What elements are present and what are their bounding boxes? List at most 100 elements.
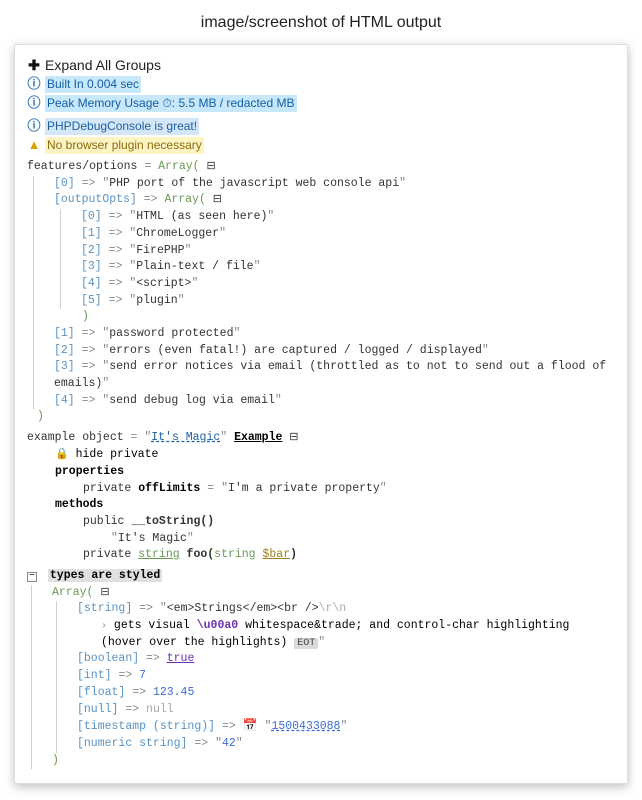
- array-item-int: [int] => 7: [77, 668, 615, 685]
- hide-private-label: hide private: [76, 448, 159, 461]
- return-type: string: [138, 548, 179, 561]
- fat-arrow: =>: [82, 177, 96, 190]
- info-message: PHPDebugConsole is great!: [45, 118, 199, 135]
- array-item: [1] => "ChromeLogger": [81, 226, 615, 243]
- example-body: 🔒 hide private properties private offLim…: [27, 447, 615, 564]
- fat-arrow: =>: [109, 244, 123, 257]
- collapse-toggle[interactable]: ⊟: [289, 432, 298, 444]
- info-message-row: ⓘ PHPDebugConsole is great!: [27, 117, 615, 136]
- info-icon: ⓘ: [27, 94, 41, 113]
- hide-private-row[interactable]: 🔒 hide private: [55, 447, 615, 464]
- arg-type: string: [214, 548, 255, 561]
- fat-arrow: =>: [144, 193, 158, 206]
- array-value: send error notices via email (throttled …: [54, 360, 606, 390]
- features-body: [0] => "PHP port of the javascript web c…: [33, 176, 615, 410]
- peak-memory-row: ⓘ Peak Memory Usage ⏱: 5.5 MB / redacted…: [27, 94, 615, 113]
- group-title: types are styled: [48, 569, 162, 582]
- tostring-value[interactable]: It's Magic: [151, 431, 220, 444]
- collapse-toggle[interactable]: −: [27, 572, 37, 582]
- method-return: It's Magic: [118, 532, 187, 545]
- debug-console: ✚ Expand All Groups ⓘ Built In 0.004 sec…: [14, 44, 628, 784]
- types-group[interactable]: − types are styled: [27, 568, 615, 585]
- escape-seq: \r\n: [319, 602, 347, 615]
- var-name: features/options: [27, 160, 137, 173]
- array-item-string: [string] => "<em>Strings</em><br />\r\n: [77, 601, 615, 618]
- visibility: public: [83, 515, 124, 528]
- info-icon: ⓘ: [27, 117, 41, 136]
- array-value: send debug log via email: [109, 394, 275, 407]
- array-item: [2] => "FirePHP": [81, 243, 615, 260]
- collapse-toggle[interactable]: ⊟: [206, 161, 215, 173]
- array-value: errors (even fatal!) are captured / logg…: [109, 344, 482, 357]
- array-key: [3]: [81, 260, 102, 273]
- array-value: plugin: [136, 294, 177, 307]
- fat-arrow: =>: [109, 294, 123, 307]
- output-opts-body: [0] => "HTML (as seen here)"[1] => "Chro…: [60, 209, 615, 309]
- types-body: Array( ⊟ [string] => "<em>Strings</em><b…: [31, 585, 615, 770]
- close-paren: ): [54, 309, 615, 326]
- page-heading: image/screenshot of HTML output: [14, 14, 628, 32]
- array-value: password protected: [109, 327, 233, 340]
- properties-heading: properties: [55, 465, 124, 478]
- property-value: I'm a private property: [228, 482, 380, 495]
- array-value: <script>: [136, 277, 191, 290]
- type-array: Array(: [52, 586, 93, 599]
- array-key: [outputOpts]: [54, 193, 137, 206]
- int-value: 7: [139, 669, 146, 682]
- array-item: [3] => "send error notices via email (th…: [54, 359, 615, 392]
- array-key: [0]: [54, 177, 75, 190]
- array-key: [2]: [54, 344, 75, 357]
- array-item-timestamp: [timestamp (string)] => 📅 "1500433088": [77, 718, 615, 736]
- array-key: [1]: [81, 227, 102, 240]
- fat-arrow: =>: [109, 227, 123, 240]
- array-value: FirePHP: [136, 244, 184, 257]
- expand-all-row[interactable]: ✚ Expand All Groups: [27, 55, 615, 75]
- fat-arrow: =>: [109, 210, 123, 223]
- array-key: [3]: [54, 360, 75, 373]
- fat-arrow: =>: [109, 260, 123, 273]
- fat-arrow: =>: [82, 344, 96, 357]
- method-name: __toString(): [131, 515, 214, 528]
- null-value: null: [146, 703, 174, 716]
- array-item: [1] => "password protected": [54, 326, 615, 343]
- features-array: features/options = Array( ⊟: [27, 159, 615, 176]
- array-item-null: [null] => null: [77, 702, 615, 719]
- array-item: [0] => "PHP port of the javascript web c…: [54, 176, 615, 193]
- unicode-escape: \u00a0: [197, 619, 238, 632]
- type-array: Array(: [164, 193, 205, 206]
- var-name: example object: [27, 431, 124, 444]
- float-value: 123.45: [153, 686, 194, 699]
- array-value: Plain-text / file: [136, 260, 253, 273]
- array-key: [4]: [54, 394, 75, 407]
- array-key: [5]: [81, 294, 102, 307]
- warning-icon: ▲: [27, 136, 41, 155]
- array-key: [1]: [54, 327, 75, 340]
- array-key: [0]: [81, 210, 102, 223]
- eot-tag[interactable]: EOT: [294, 638, 318, 649]
- numeric-string-value: 42: [222, 737, 236, 750]
- array-key: [4]: [81, 277, 102, 290]
- close-paren: ): [27, 409, 615, 426]
- array-value: ChromeLogger: [136, 227, 219, 240]
- warning-row: ▲ No browser plugin necessary: [27, 136, 615, 155]
- class-name: Example: [234, 431, 282, 444]
- clock-icon: ⏱: [162, 96, 171, 110]
- array-item: [3] => "Plain-text / file": [81, 259, 615, 276]
- output-opts-row: [outputOpts] => Array( ⊟: [54, 192, 615, 209]
- timestamp-value[interactable]: 1500433088: [271, 720, 340, 733]
- type-array: Array(: [158, 160, 199, 173]
- example-object: example object = "It's Magic" Example ⊟: [27, 430, 615, 447]
- collapse-toggle[interactable]: ⊟: [213, 194, 222, 206]
- array-item: [4] => "<script>": [81, 276, 615, 293]
- close-paren: ): [52, 753, 615, 770]
- array-item-float: [float] => 123.45: [77, 685, 615, 702]
- array-item: [2] => "errors (even fatal!) are capture…: [54, 343, 615, 360]
- info-icon: ⓘ: [27, 75, 41, 94]
- array-item: [5] => "plugin": [81, 293, 615, 310]
- plus-icon: ✚: [27, 55, 41, 75]
- visibility: private: [83, 482, 131, 495]
- warning-message: No browser plugin necessary: [45, 137, 204, 154]
- fat-arrow: =>: [82, 394, 96, 407]
- built-in-text: Built In 0.004 sec: [45, 76, 141, 93]
- property-name: offLimits: [138, 482, 200, 495]
